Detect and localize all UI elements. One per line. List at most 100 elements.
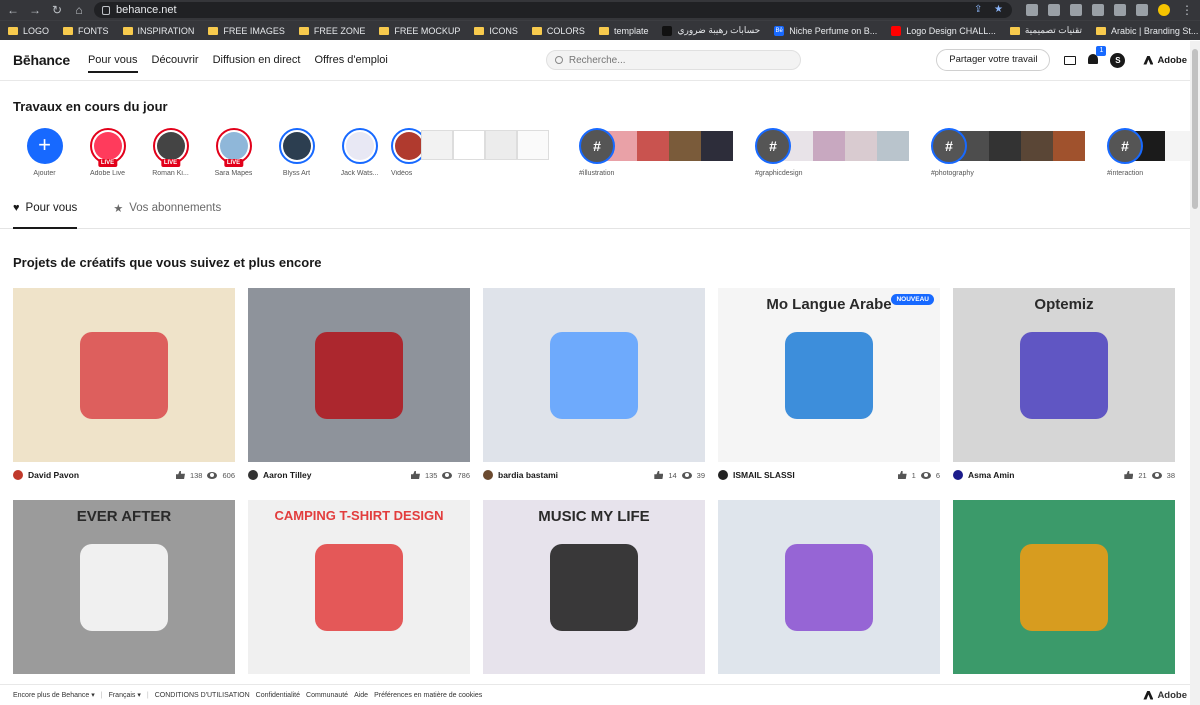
story-item[interactable]: Vidéos — [391, 128, 553, 177]
story-item[interactable]: LIVE Adobe Live — [76, 128, 139, 177]
bookmark-item[interactable]: COLORS — [531, 26, 585, 36]
bookmark-item[interactable]: FONTS — [63, 26, 109, 36]
footer-adobe-link[interactable]: Adobe — [1143, 690, 1187, 701]
project-card[interactable]: MUSIC MY LIFE — [483, 500, 705, 674]
bookmark-item[interactable]: حسابات رهيبة ضروري — [662, 25, 760, 36]
mail-icon[interactable] — [1064, 55, 1077, 65]
bookmark-item[interactable]: LOGO — [8, 26, 49, 36]
project-thumbnail[interactable] — [483, 288, 705, 462]
project-card[interactable]: EVER AFTER — [13, 500, 235, 674]
footer-link-help[interactable]: Aide — [354, 692, 368, 699]
scrollbar-thumb[interactable] — [1192, 49, 1198, 209]
project-card[interactable]: Mo Langue Arabe NOUVEAU ISMAIL SLASSI 1 6 — [718, 288, 940, 488]
tag-label: #illustration — [579, 170, 615, 177]
story-item[interactable]: LIVE Roman Ki... — [139, 128, 202, 177]
puzzle-icon[interactable] — [1092, 4, 1104, 16]
project-thumbnail[interactable]: CAMPING T-SHIRT DESIGN — [248, 500, 470, 674]
owner-avatar[interactable] — [953, 470, 963, 480]
story-item[interactable]: + Ajouter — [13, 128, 76, 177]
project-thumbnail[interactable]: MUSIC MY LIFE — [483, 500, 705, 674]
bookmark-item[interactable]: Logo Design CHALL... — [891, 25, 996, 36]
adobe-link[interactable]: Adobe — [1143, 55, 1187, 66]
reading-list-icon[interactable] — [1114, 4, 1126, 16]
bookmark-item[interactable]: INSPIRATION — [122, 26, 194, 36]
owner-avatar[interactable] — [483, 470, 493, 480]
back-icon[interactable]: ← — [6, 3, 20, 17]
bookmark-item[interactable]: FREE ZONE — [298, 26, 365, 36]
forward-icon[interactable]: → — [28, 3, 42, 17]
project-thumbnail[interactable]: EVER AFTER — [13, 500, 235, 674]
tab-pour-vous[interactable]: ♥ Pour vous — [13, 202, 78, 229]
owner-name[interactable]: David Pavon — [28, 470, 79, 480]
owner-name[interactable]: Aaron Tilley — [263, 470, 312, 480]
project-thumbnail[interactable] — [13, 288, 235, 462]
bookmark-item[interactable]: ICONS — [474, 26, 518, 36]
bookmark-item[interactable]: تقنيات تصميمية — [1009, 25, 1082, 36]
project-card[interactable]: Aaron Tilley 135 786 — [248, 288, 470, 488]
nav-decouvrir[interactable]: Découvrir — [152, 40, 199, 81]
behance-logo[interactable]: Bēhance — [13, 52, 70, 68]
project-card[interactable]: David Pavon 138 606 — [13, 288, 235, 488]
menu-dots-icon[interactable]: ⋮ — [1180, 3, 1194, 17]
project-card[interactable] — [718, 500, 940, 674]
project-thumbnail[interactable] — [953, 500, 1175, 674]
tag-story-item[interactable]: # #graphicdesign — [755, 128, 909, 177]
tag-story-item[interactable]: # #interaction — [1107, 128, 1200, 177]
project-thumbnail[interactable] — [718, 500, 940, 674]
owner-avatar[interactable] — [718, 470, 728, 480]
project-card[interactable]: Optemiz Asma Amin 21 38 — [953, 288, 1175, 488]
side-panel-icon[interactable] — [1136, 4, 1148, 16]
project-card[interactable]: CAMPING T-SHIRT DESIGN — [248, 500, 470, 674]
address-bar[interactable]: behance.net ⇪ ★ — [94, 2, 1012, 18]
project-card[interactable]: bardia bastami 14 39 — [483, 288, 705, 488]
owner-name[interactable]: ISMAIL SLASSI — [733, 470, 795, 480]
footer-link-community[interactable]: Communauté — [306, 692, 348, 699]
bookmarks-bar: LOGO FONTS INSPIRATION FREE IMAGES FREE ZONE… — [0, 20, 1200, 40]
footer-link-cookies[interactable]: Préférences en matière de cookies — [374, 692, 482, 699]
home-icon[interactable]: ⌂ — [72, 3, 86, 17]
bookmark-star-icon[interactable]: ★ — [994, 5, 1004, 15]
user-avatar[interactable]: S — [1110, 52, 1126, 68]
nav-offres-emploi[interactable]: Offres d'emploi — [314, 40, 387, 81]
owner-name[interactable]: bardia bastami — [498, 470, 558, 480]
footer-more-behance[interactable]: Encore plus de Behance ▾ — [13, 691, 95, 699]
owner-avatar[interactable] — [248, 470, 258, 480]
project-thumbnail[interactable]: Mo Langue Arabe NOUVEAU — [718, 288, 940, 462]
search-input[interactable] — [568, 54, 792, 66]
story-item[interactable]: Blyss Art — [265, 128, 328, 177]
project-thumbnail[interactable]: Optemiz — [953, 288, 1175, 462]
owner-avatar[interactable] — [13, 470, 23, 480]
nav-diffusion-en-direct[interactable]: Diffusion en direct — [213, 40, 301, 81]
page-scrollbar[interactable] — [1190, 41, 1200, 705]
share-work-button[interactable]: Partager votre travail — [936, 49, 1051, 71]
nav-pour-vous[interactable]: Pour vous — [87, 40, 138, 81]
tag-story-item[interactable]: # #illustration — [579, 128, 733, 177]
share-page-icon[interactable]: ⇪ — [974, 5, 984, 15]
story-item[interactable]: LIVE Sara Mapes — [202, 128, 265, 177]
feed-tabs: ♥ Pour vous ★ Vos abonnements — [0, 202, 1200, 229]
tab-label: Pour vous — [25, 202, 78, 214]
project-thumbnail[interactable] — [248, 288, 470, 462]
extension-icon[interactable] — [1026, 4, 1038, 16]
project-card[interactable] — [953, 500, 1175, 674]
bookmark-item[interactable]: FREE IMAGES — [208, 26, 285, 36]
notifications-button[interactable]: 1 — [1088, 46, 1107, 66]
footer-link-privacy[interactable]: Confidentialité — [256, 692, 300, 699]
footer-link-terms[interactable]: CONDITIONS D'UTILISATION — [155, 692, 250, 699]
story-avatar — [278, 128, 315, 164]
thumbnail-artwork — [549, 331, 639, 419]
extension-icon[interactable] — [1070, 4, 1082, 16]
avatar-image — [345, 132, 374, 160]
bookmark-item[interactable]: template — [598, 26, 648, 36]
bookmark-item[interactable]: Arabic | Branding St... — [1096, 26, 1198, 36]
profile-avatar-icon[interactable] — [1158, 4, 1170, 16]
reload-icon[interactable]: ↻ — [50, 3, 64, 17]
tag-story-item[interactable]: # #photography — [931, 128, 1085, 177]
owner-name[interactable]: Asma Amin — [968, 470, 1014, 480]
tab-vos-abonnements[interactable]: ★ Vos abonnements — [113, 202, 221, 228]
story-item[interactable]: Jack Wats... — [328, 128, 391, 177]
bookmark-item[interactable]: FREE MOCKUP — [379, 26, 460, 36]
extension-icon[interactable] — [1048, 4, 1060, 16]
footer-language-select[interactable]: Français ▾ — [109, 691, 141, 699]
bookmark-item[interactable]: Bē Niche Perfume on B... — [774, 25, 877, 36]
